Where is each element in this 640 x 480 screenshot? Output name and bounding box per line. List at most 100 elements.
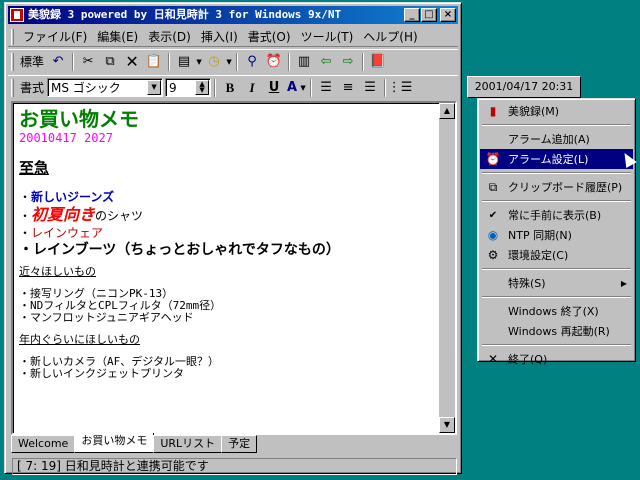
- x-icon: ✕: [487, 352, 499, 366]
- page-icon[interactable]: ▥: [293, 52, 315, 72]
- menu-separator: [482, 124, 631, 126]
- menu-item-biboroku[interactable]: ▮ 美貌録(M): [480, 101, 633, 121]
- menu-item-always-on-top[interactable]: ✔ 常に手前に表示(B): [480, 205, 633, 225]
- copy-icon[interactable]: ⧉: [99, 52, 121, 72]
- tab-welcome[interactable]: Welcome: [11, 435, 76, 453]
- close-button[interactable]: ×: [440, 8, 456, 22]
- menu-format[interactable]: 書式(O): [243, 28, 296, 45]
- book-icon[interactable]: 📕: [367, 52, 389, 72]
- delete-icon[interactable]: ✕: [121, 52, 143, 72]
- toolbar-separator: [310, 78, 313, 97]
- arrow-right-icon[interactable]: ⇨: [337, 52, 359, 72]
- section-urgent: 至急: [19, 159, 50, 177]
- menu-separator: [482, 268, 631, 270]
- menu-help[interactable]: ヘルプ(H): [358, 28, 422, 45]
- document-title: お買い物メモ: [19, 107, 139, 131]
- underline-button[interactable]: U: [263, 78, 285, 98]
- arrow-left-icon[interactable]: ⇦: [315, 52, 337, 72]
- document-content[interactable]: お買い物メモ 20010417 2027 至急 ・新しいジーンズ ・初夏向きのシ…: [19, 107, 435, 380]
- spin-icon[interactable]: ▲ ▼: [195, 80, 210, 95]
- menu-file[interactable]: ファイル(F): [18, 28, 92, 45]
- alarm-clock-icon[interactable]: ⏰: [263, 52, 285, 72]
- document-tabs: Welcome お買い物メモ URLリスト 予定: [11, 433, 258, 455]
- tab-url-list[interactable]: URLリスト: [153, 435, 223, 453]
- font-color-button[interactable]: A: [285, 78, 299, 98]
- title-bar[interactable]: 美貌録 3 powered by 日和見時計 3 for Windows 9x/…: [8, 6, 458, 24]
- insert-field-icon[interactable]: ▤: [173, 52, 195, 72]
- menu-tools[interactable]: ツール(T): [296, 28, 359, 45]
- toolbar-separator: [72, 52, 75, 71]
- toolbar-separator: [168, 52, 171, 71]
- chevron-down-icon[interactable]: ▼: [147, 80, 162, 95]
- vertical-scrollbar[interactable]: ▲ ▼: [439, 103, 455, 433]
- search-icon[interactable]: ⚲: [241, 52, 263, 72]
- tab-shopping-memo[interactable]: お買い物メモ: [74, 433, 155, 453]
- list-item: ・レインブーツ（ちょっとおしゃれでタフなもの）: [19, 242, 340, 258]
- list-item: ・新しいジーンズ: [19, 190, 115, 204]
- align-left-icon[interactable]: ☰: [315, 78, 337, 98]
- menu-item-alarm-settings[interactable]: ⏰ アラーム設定(L): [480, 149, 633, 169]
- paste-icon[interactable]: 📋: [143, 52, 165, 72]
- app-icon[interactable]: [10, 8, 24, 22]
- font-select[interactable]: MS ゴシック ▼: [47, 78, 164, 97]
- menu-separator: [482, 344, 631, 346]
- menu-item-windows-restart[interactable]: Windows 再起動(R): [480, 321, 633, 341]
- section-soon: 近々ほしいもの: [19, 265, 96, 278]
- document-date: 20010417 2027: [19, 131, 113, 145]
- menu-separator: [482, 296, 631, 298]
- dropdown-arrow-icon[interactable]: ▼: [195, 52, 203, 72]
- toolbar-separator: [384, 78, 387, 97]
- scroll-up-icon[interactable]: ▲: [439, 103, 455, 119]
- menu-insert[interactable]: 挿入(I): [196, 28, 243, 45]
- main-window: 美貌録 3 powered by 日和見時計 3 for Windows 9x/…: [4, 2, 462, 475]
- menu-edit[interactable]: 編集(E): [92, 28, 143, 45]
- font-size-stepper[interactable]: 9 ▲ ▼: [165, 78, 212, 97]
- scroll-down-icon[interactable]: ▼: [439, 417, 455, 433]
- toolbar-separator: [236, 52, 239, 71]
- menu-item-windows-shutdown[interactable]: Windows 終了(X): [480, 301, 633, 321]
- clock-icon[interactable]: ◷: [203, 52, 225, 72]
- maximize-button[interactable]: □: [421, 8, 437, 22]
- menu-item-exit[interactable]: ✕ 終了(Q): [480, 349, 633, 369]
- clock-display[interactable]: 2001/04/17 20:31: [467, 76, 581, 98]
- alarm-clock-icon: ⏰: [485, 152, 501, 166]
- menu-item-add-alarm[interactable]: アラーム追加(A): [480, 129, 633, 149]
- status-bar: [ 7: 19] 日和見時計と連携可能です: [12, 458, 457, 475]
- document-editor[interactable]: お買い物メモ 20010417 2027 至急 ・新しいジーンズ ・初夏向きのシ…: [11, 101, 457, 435]
- cut-icon[interactable]: ✂: [77, 52, 99, 72]
- menu-item-preferences[interactable]: ⚙ 環境設定(C): [480, 245, 633, 265]
- window-title: 美貌録 3 powered by 日和見時計 3 for Windows 9x/…: [28, 8, 342, 21]
- list-item: ・新しいインクジェットプリンタ: [19, 367, 184, 380]
- menu-item-ntp-sync[interactable]: ◉ NTP 同期(N): [480, 225, 633, 245]
- book-icon: ▮: [489, 104, 497, 118]
- bold-button[interactable]: B: [219, 78, 241, 98]
- toolbar-grip[interactable]: [11, 78, 14, 97]
- toolbar-separator: [214, 78, 217, 97]
- clock-context-menu: ▮ 美貌録(M) アラーム追加(A) ⏰ アラーム設定(L) ⧉ クリップボード…: [477, 98, 636, 366]
- menubar-grip[interactable]: [11, 28, 14, 45]
- menu-bar: ファイル(F) 編集(E) 表示(D) 挿入(I) 書式(O) ツール(T) ヘ…: [8, 27, 458, 47]
- align-center-icon[interactable]: ≡: [337, 78, 359, 98]
- menu-separator: [482, 172, 631, 174]
- bullet-list-icon[interactable]: ⋮☰: [388, 78, 413, 98]
- menu-item-special[interactable]: 特殊(S) ▶: [480, 273, 633, 293]
- format-toolbar-label: 書式: [20, 81, 45, 95]
- undo-icon[interactable]: ↶: [47, 52, 69, 72]
- submenu-arrow-icon: ▶: [620, 278, 627, 288]
- format-toolbar: 書式 MS ゴシック ▼ 9 ▲ ▼ B I U A ▼ ☰ ≡ ☰ ⋮☰: [8, 75, 458, 99]
- standard-toolbar: 標準 ↶ ✂ ⧉ ✕ 📋 ▤ ▼ ◷ ▼ ⚲ ⏰ ▥ ⇦ ⇨ 📕: [8, 49, 458, 73]
- menu-item-clipboard-history[interactable]: ⧉ クリップボード履歴(P): [480, 177, 633, 197]
- list-item: ・初夏向きのシャツ: [19, 205, 144, 224]
- menu-view[interactable]: 表示(D): [143, 28, 196, 45]
- dropdown-arrow-icon[interactable]: ▼: [225, 52, 233, 72]
- minimize-button[interactable]: _: [404, 8, 420, 22]
- dropdown-arrow-icon[interactable]: ▼: [299, 78, 307, 98]
- tab-schedule[interactable]: 予定: [221, 435, 258, 453]
- align-right-icon[interactable]: ☰: [359, 78, 381, 98]
- italic-button[interactable]: I: [241, 78, 263, 98]
- toolbar-separator: [362, 52, 365, 71]
- standard-toolbar-label: 標準: [20, 55, 45, 69]
- toolbar-grip[interactable]: [11, 52, 14, 71]
- section-this-year: 年内ぐらいにほしいもの: [19, 333, 140, 346]
- menu-separator: [482, 200, 631, 202]
